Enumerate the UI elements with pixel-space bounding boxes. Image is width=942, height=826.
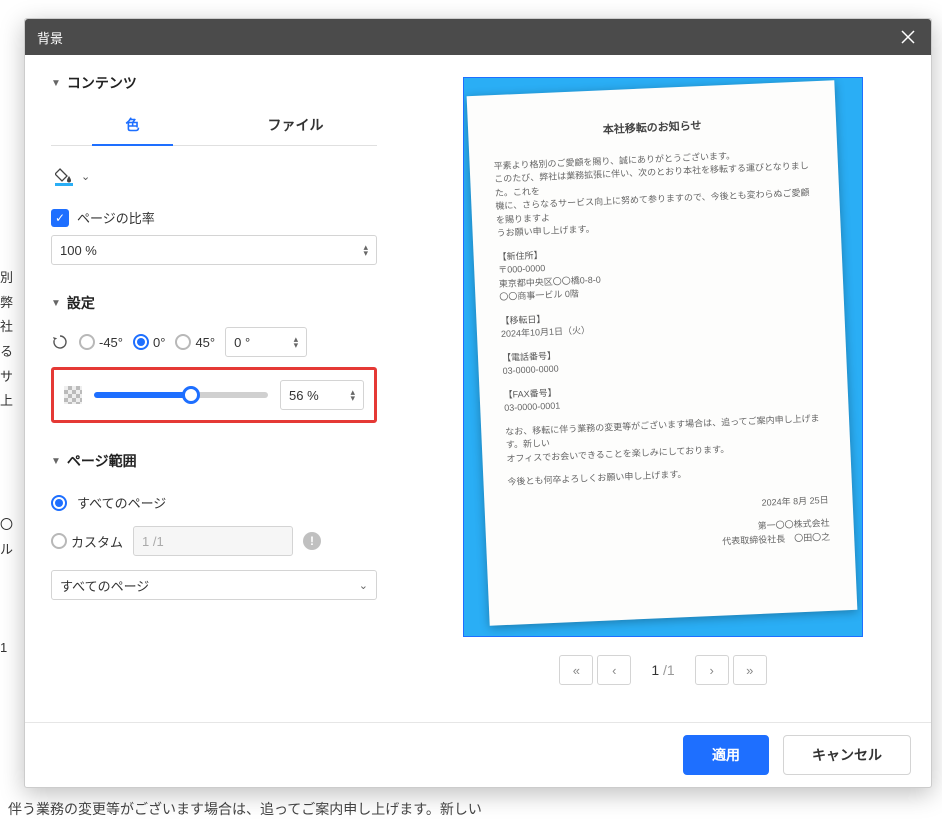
tab-file[interactable]: ファイル <box>214 107 377 145</box>
pager-prev[interactable]: ‹ <box>597 655 631 685</box>
page-subset-select[interactable]: すべてのページ ⌄ <box>51 570 377 600</box>
doc-title: 本社移転のお知らせ <box>492 113 812 143</box>
rotation-value: 0 ° <box>234 335 250 350</box>
rotation-0[interactable]: 0° <box>133 334 165 350</box>
opacity-slider[interactable] <box>94 392 268 398</box>
content-tabs: 色 ファイル <box>51 107 377 146</box>
settings-section-header[interactable]: ▼ 設定 <box>51 293 377 313</box>
page-ratio-label: ページの比率 <box>77 208 155 227</box>
document-preview: 本社移転のお知らせ 平素より格別のご愛顧を賜り、誠にありがとうございます。 この… <box>467 80 858 626</box>
tab-color[interactable]: 色 <box>51 107 214 145</box>
custom-page-placeholder: 1 /1 <box>142 534 164 549</box>
page-ratio-spinner[interactable]: ▴▾ <box>363 244 368 256</box>
page-ratio-field[interactable]: 100 % ▴▾ <box>51 235 377 265</box>
background-document-line: 伴う業務の変更等がございます場合は、追ってご案内申し上げます。新しい <box>0 795 490 823</box>
contents-label: コンテンツ <box>67 73 137 93</box>
cancel-button[interactable]: キャンセル <box>783 735 911 775</box>
transparency-icon <box>64 386 82 404</box>
range-custom[interactable]: カスタム <box>51 532 123 551</box>
opacity-field[interactable]: 56 % ▴▾ <box>280 380 364 410</box>
preview-box: 本社移転のお知らせ 平素より格別のご愛顧を賜り、誠にありがとうございます。 この… <box>463 77 863 637</box>
pager-last[interactable]: » <box>733 655 767 685</box>
color-dropdown-toggle[interactable]: ⌄ <box>81 170 90 183</box>
page-ratio-checkbox[interactable]: ✓ <box>51 209 69 227</box>
radio-icon <box>175 334 191 350</box>
chevron-down-icon: ▼ <box>51 298 61 309</box>
rotation-45[interactable]: 45° <box>175 334 215 350</box>
custom-page-field: 1 /1 <box>133 526 293 556</box>
pager-status: 1 /1 <box>635 662 690 678</box>
radio-selected-icon <box>51 495 67 511</box>
radio-icon <box>79 334 95 350</box>
rotation-spinner[interactable]: ▴▾ <box>294 336 299 348</box>
opacity-value: 56 % <box>289 388 319 403</box>
chevron-down-icon: ⌄ <box>359 579 368 592</box>
paint-bucket-icon <box>55 166 75 186</box>
contents-section-header[interactable]: ▼ コンテンツ <box>51 73 377 93</box>
pager-first[interactable]: « <box>559 655 593 685</box>
chevron-down-icon: ▼ <box>51 78 61 89</box>
rotate-reset-icon <box>51 333 69 351</box>
slider-thumb[interactable] <box>182 386 200 404</box>
apply-button[interactable]: 適用 <box>683 735 769 775</box>
pager-next[interactable]: › <box>695 655 729 685</box>
opacity-row-highlight: 56 % ▴▾ <box>51 367 377 423</box>
settings-label: 設定 <box>67 293 95 313</box>
page-range-section-header[interactable]: ▼ ページ範囲 <box>51 451 377 471</box>
range-all-pages[interactable]: すべてのページ <box>51 493 377 512</box>
preview-panel: 本社移転のお知らせ 平素より格別のご愛顧を賜り、誠にありがとうございます。 この… <box>395 55 931 722</box>
dialog-footer: 適用 キャンセル <box>25 722 931 787</box>
close-button[interactable] <box>897 26 919 48</box>
rotation-neg45[interactable]: -45° <box>79 334 123 350</box>
left-panel: ▼ コンテンツ 色 ファイル ⌄ ✓ ページの比率 <box>25 55 395 722</box>
background-dialog: 背景 ▼ コンテンツ 色 ファイル <box>24 18 932 788</box>
info-icon: ! <box>303 532 321 550</box>
dialog-title: 背景 <box>37 28 63 47</box>
close-icon <box>901 30 915 44</box>
page-range-label: ページ範囲 <box>67 451 137 471</box>
dialog-titlebar: 背景 <box>25 19 931 55</box>
page-subset-value: すべてのページ <box>60 576 149 595</box>
rotation-field[interactable]: 0 ° ▴▾ <box>225 327 307 357</box>
preview-pager: « ‹ 1 /1 › » <box>559 655 766 685</box>
opacity-spinner[interactable]: ▴▾ <box>350 389 355 401</box>
background-page-fragment: 別弊社るサ上〇ル1 <box>0 56 22 661</box>
radio-selected-icon <box>133 334 149 350</box>
page-ratio-value: 100 % <box>60 243 97 258</box>
reset-rotation-button[interactable] <box>51 333 69 351</box>
radio-icon <box>51 533 67 549</box>
fill-color-button[interactable] <box>55 166 75 186</box>
chevron-down-icon: ▼ <box>51 456 61 467</box>
